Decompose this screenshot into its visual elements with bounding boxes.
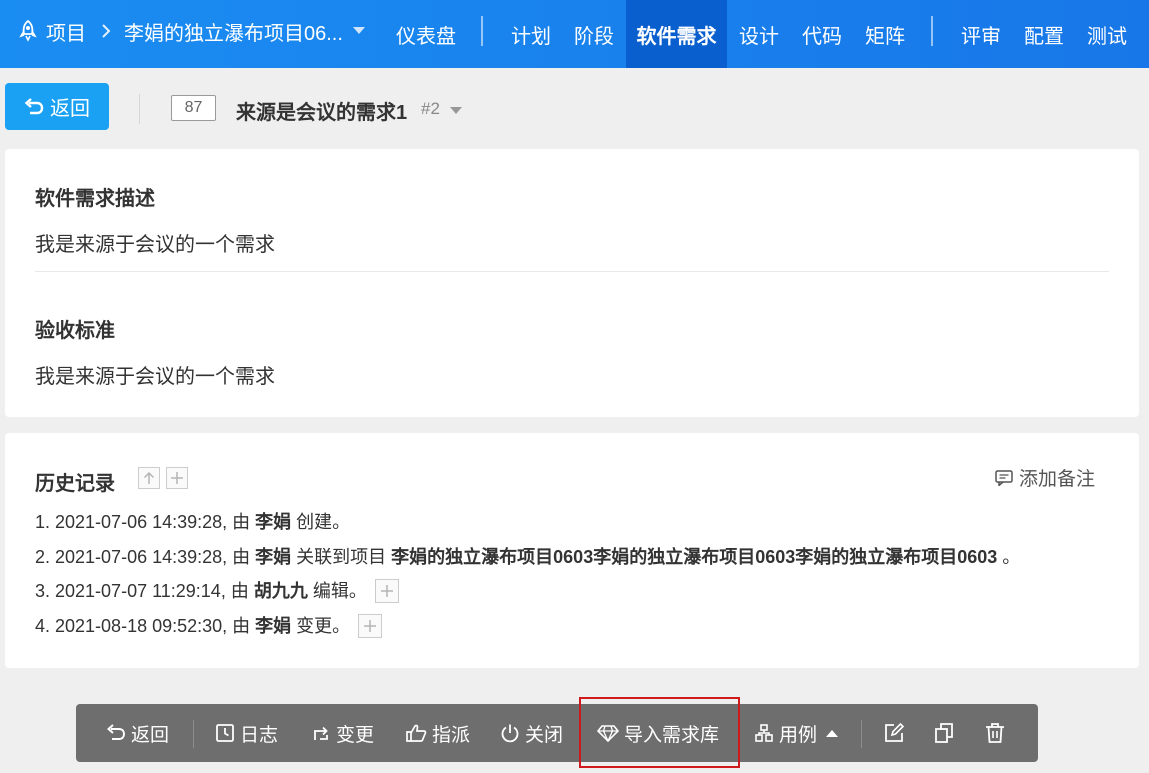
toolbar-log-label: 日志 [240, 724, 279, 746]
clock-icon [215, 723, 235, 743]
nav-design[interactable]: 设计 [728, 0, 790, 68]
add-note-label: 添加备注 [1019, 469, 1096, 490]
hand-pointer-icon [405, 723, 427, 743]
copy-icon [933, 722, 955, 744]
history-heading: 历史记录 [35, 473, 115, 495]
toolbar-assign-button[interactable]: 指派 [405, 704, 470, 762]
toolbar-close-button[interactable]: 关闭 [500, 704, 563, 762]
undo-icon [24, 97, 44, 116]
toolbar-change-button[interactable]: 变更 [311, 704, 374, 762]
breadcrumb-projects[interactable]: 项目 [46, 0, 86, 62]
title-divider [139, 94, 140, 124]
arrow-up-icon [143, 471, 155, 485]
plus-icon [170, 471, 184, 485]
rocket-icon [18, 20, 38, 42]
description-heading: 软件需求描述 [35, 188, 155, 210]
back-button-label: 返回 [50, 98, 90, 120]
history-entry: 1. 2021-07-06 14:39:28, 由李娟 创建。 [35, 510, 1020, 545]
section-divider [35, 271, 1109, 272]
history-entry-prefix: 1. 2021-07-06 14:39:28, 由 [35, 512, 251, 532]
toolbar-log-button[interactable]: 日志 [215, 704, 278, 762]
toolbar-close-label: 关闭 [525, 724, 564, 746]
toolbar-back-label: 返回 [131, 724, 170, 746]
history-entry-action: 创建。 [296, 512, 351, 532]
toolbar-change-label: 变更 [336, 724, 375, 746]
caret-up-icon [826, 729, 839, 737]
history-entry-suffix: 。 [1002, 546, 1021, 567]
history-entry-prefix: 3. 2021-07-07 11:29:14, 由 [35, 581, 249, 601]
history-entry-prefix: 2. 2021-07-06 14:39:28, 由 [35, 546, 251, 567]
acceptance-heading: 验收标准 [35, 320, 115, 342]
history-entry-user: 李娟 [255, 546, 292, 567]
diamond-icon [597, 724, 619, 742]
plus-icon [380, 584, 394, 598]
history-entry: 2. 2021-07-06 14:39:28, 由李娟 关联到项目 李娟的独立瀑布项… [35, 545, 1020, 580]
power-icon [500, 723, 520, 743]
caret-down-icon[interactable] [450, 107, 462, 114]
sort-up-button[interactable] [138, 467, 160, 489]
change-arrows-icon [311, 723, 331, 743]
toolbar-cases-label: 用例 [779, 724, 818, 746]
top-nav-bar: 项目 李娟的独立瀑布项目06... 仪表盘 计划 阶段 软件需求 设计 代码 矩… [0, 0, 1149, 68]
nav-code[interactable]: 代码 [791, 0, 853, 68]
plus-icon [363, 619, 377, 633]
toolbar-cases-dropdown[interactable]: 用例 [754, 704, 839, 762]
requirement-detail-panel: 软件需求描述 我是来源于会议的一个需求 验收标准 我是来源于会议的一个需求 [5, 149, 1139, 417]
project-switcher[interactable]: 李娟的独立瀑布项目06... [124, 0, 343, 62]
undo-icon [106, 724, 126, 742]
history-entry-action: 变更。 [296, 615, 351, 636]
nav-test[interactable]: 测试 [1076, 0, 1138, 68]
requirement-title: 来源是会议的需求1 [236, 102, 408, 124]
expand-entry-button[interactable] [374, 579, 399, 603]
acceptance-text: 我是来源于会议的一个需求 [35, 366, 275, 388]
history-panel: 历史记录 添加备注 1. 2021-07-06 14:39:28, 由李娟 创建。… [5, 433, 1139, 668]
history-list: 1. 2021-07-06 14:39:28, 由李娟 创建。 2. 2021-0… [35, 510, 1020, 648]
comment-icon [995, 469, 1013, 486]
history-entry-user: 李娟 [255, 615, 292, 636]
history-entry-target: 李娟的独立瀑布项目0603李娟的独立瀑布项目0603李娟的独立瀑布项目0603 [391, 546, 998, 567]
back-button[interactable]: 返回 [5, 83, 109, 130]
toolbar-back-button[interactable]: 返回 [106, 704, 169, 762]
toolbar-assign-label: 指派 [432, 724, 471, 746]
toolbar-divider [193, 720, 194, 748]
nav-matrix[interactable]: 矩阵 [854, 0, 916, 68]
description-text: 我是来源于会议的一个需求 [35, 234, 275, 256]
nav-plan[interactable]: 计划 [500, 0, 562, 68]
toolbar-divider [861, 720, 862, 748]
version-selector[interactable]: #2 [421, 99, 440, 119]
nav-config[interactable]: 配置 [1013, 0, 1075, 68]
edit-icon [883, 722, 905, 744]
nav-review[interactable]: 评审 [950, 0, 1012, 68]
expand-entry-button[interactable] [358, 613, 383, 638]
history-entry-action: 编辑。 [312, 581, 367, 601]
history-entry-prefix: 4. 2021-08-18 09:52:30, 由 [35, 615, 251, 636]
nav-dashboard[interactable]: 仪表盘 [383, 0, 469, 68]
toolbar-copy-button[interactable] [933, 704, 955, 762]
history-entry-user: 胡九九 [253, 581, 308, 601]
trash-icon [984, 722, 1006, 744]
sitemap-icon [754, 723, 774, 743]
expand-all-button[interactable] [166, 467, 188, 489]
add-note-button[interactable]: 添加备注 [995, 464, 1095, 491]
caret-down-icon[interactable] [353, 27, 365, 34]
nav-divider [481, 16, 483, 46]
history-entry: 3. 2021-07-07 11:29:14, 由胡九九 编辑。 [35, 579, 1020, 614]
nav-divider [931, 16, 933, 46]
requirement-id-badge: 87 [171, 95, 216, 121]
history-entry: 4. 2021-08-18 09:52:30, 由李娟 变更。 [35, 613, 1020, 649]
toolbar-edit-button[interactable] [883, 704, 905, 762]
nav-stage[interactable]: 阶段 [563, 0, 625, 68]
toolbar-import-library-button[interactable]: 导入需求库 [597, 704, 719, 762]
toolbar-import-library-label: 导入需求库 [624, 724, 720, 746]
toolbar-delete-button[interactable] [984, 704, 1006, 762]
history-entry-user: 李娟 [255, 512, 292, 532]
history-entry-action: 关联到项目 [296, 546, 387, 567]
nav-software-requirements[interactable]: 软件需求 [626, 0, 727, 68]
chevron-right-icon [100, 22, 112, 40]
action-toolbar: 返回 日志 变更 指派 关闭 导入需求库 用例 [76, 704, 1038, 762]
